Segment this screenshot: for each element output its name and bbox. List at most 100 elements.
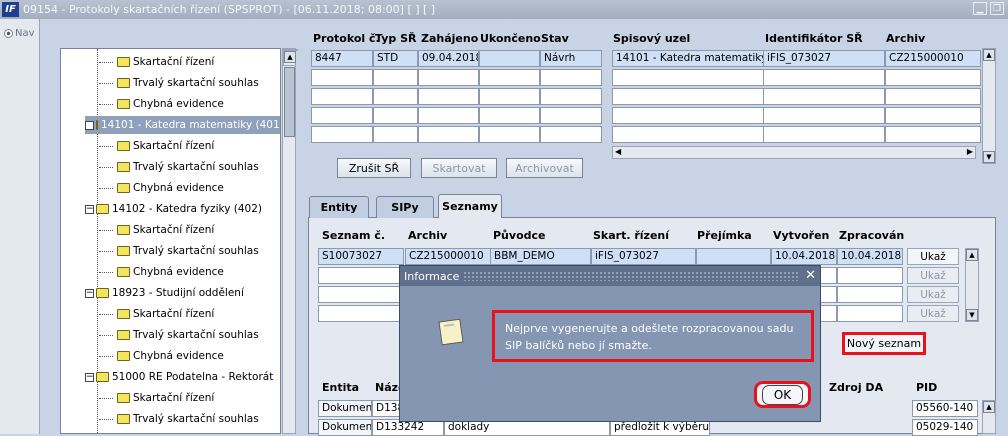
empty-cell[interactable] [479,107,540,124]
tree-leaf[interactable]: Skartační řízení [117,221,214,239]
cell-protokol[interactable]: 8447 [311,50,373,67]
tree-leaf[interactable]: Chybná evidence [117,347,224,365]
ok-button[interactable]: OK [754,381,811,408]
ukaz-button[interactable]: Ukaž [907,305,959,322]
nav-radio[interactable]: Nav [4,28,35,39]
collapse-icon[interactable]: − [85,120,94,130]
cell-seznam[interactable]: S10073027 [318,248,404,265]
protocols-vscroll[interactable]: ▲ ▼ [982,48,996,164]
collapse-icon[interactable]: − [85,372,94,382]
cell-zpracovan[interactable]: 10.04.2018 [837,248,903,265]
cell-uzel[interactable]: 14101 - Katedra matematiky (4 [612,50,764,67]
skartovat-button[interactable]: Skartovat [421,158,497,178]
cell-stav[interactable]: Návrh [540,50,602,67]
tree-leaf[interactable]: Chybná evidence [117,179,224,197]
tree-leaf[interactable]: Chybná evidence [117,95,224,113]
protocols-hscroll[interactable]: ◀ ▶ [612,146,976,159]
scroll-up-icon[interactable]: ▲ [966,249,978,261]
empty-cell[interactable] [763,126,885,143]
dialog-titlebar[interactable]: Informace ✕ [400,266,820,286]
tree-leaf[interactable]: Trvalý skartační souhlas [117,158,259,176]
cell-prejimka[interactable] [696,248,771,265]
grid-left-scroll-up[interactable]: ▲ [283,50,296,66]
tree-leaf[interactable]: Trvalý skartační souhlas [117,74,259,92]
empty-cell[interactable] [612,107,764,124]
tree-scrollbar[interactable]: ▲ [282,48,296,434]
cell-pid[interactable]: 05560-140 [912,400,978,417]
cell-archiv[interactable]: CZ215000010 [405,248,491,265]
close-icon[interactable]: ✕ [805,268,816,283]
ukaz-button[interactable]: Ukaž [907,267,959,284]
ukaz-button[interactable]: Ukaž [907,248,959,265]
empty-cell[interactable] [479,69,540,86]
empty-cell[interactable] [885,126,981,143]
tree-node[interactable]: −14101 - Katedra matematiky (401) [85,116,280,134]
scroll-up-icon[interactable]: ▲ [983,49,995,61]
empty-cell[interactable] [612,69,764,86]
seznamy-vscroll[interactable]: ▲ ▼ [965,248,979,322]
tree-leaf[interactable]: Skartační řízení [117,137,214,155]
empty-cell[interactable] [418,88,479,105]
novy-seznam-button[interactable]: Nový seznam [842,332,926,355]
empty-cell[interactable] [885,107,981,124]
scroll-down-icon[interactable]: ▼ [983,151,995,163]
tree-leaf[interactable]: Trvalý skartační souhlas [117,242,259,260]
empty-cell[interactable] [311,69,373,86]
restore-icon[interactable]: ❐ [990,2,1004,15]
cell-skart[interactable]: iFIS_073027 [591,248,696,265]
tree-node[interactable]: − 14102 - Katedra fyziky (402) [85,200,262,218]
empty-cell[interactable] [763,88,885,105]
empty-cell[interactable] [311,107,373,124]
scroll-down-icon[interactable]: ▼ [966,309,978,321]
cell-ident[interactable]: iFIS_073027 [763,50,885,67]
empty-cell[interactable] [418,69,479,86]
org-tree[interactable]: Skartační řízení Trvalý skartační souhlas… [60,48,281,434]
cell-typ[interactable]: STD [373,50,418,67]
empty-cell[interactable] [479,88,540,105]
empty-cell[interactable] [373,126,418,143]
empty-cell[interactable] [612,126,764,143]
tree-node[interactable]: − 51000 RE Podatelna - Rektorát [85,368,273,386]
scroll-up-icon[interactable]: ▲ [983,401,995,413]
empty-cell[interactable] [837,305,903,322]
tree-node[interactable]: − 18923 - Studijní oddělení [85,284,244,302]
cell-puvodce[interactable]: BBM_DEMO [490,248,591,265]
tree-leaf[interactable]: Trvalý skartační souhlas [117,410,259,428]
cell-zahajeno[interactable]: 09.04.2018 [418,50,479,67]
cell-archiv[interactable]: CZ215000010 [885,50,981,67]
tree-leaf[interactable]: Skartační řízení [117,389,214,407]
cell-entita[interactable]: Dokument [318,400,372,417]
collapse-icon[interactable]: − [85,288,94,298]
empty-cell[interactable] [837,267,903,284]
empty-cell[interactable] [885,88,981,105]
empty-cell[interactable] [885,69,981,86]
minimize-icon[interactable]: ▁ [973,2,987,15]
zrusit-sr-button[interactable]: Zrušit SŘ [337,158,411,178]
scroll-thumb[interactable] [284,67,295,137]
cell-entita[interactable]: Dokument [318,419,372,436]
scroll-left-icon[interactable]: ◀ [615,147,621,156]
empty-cell[interactable] [318,267,404,284]
empty-cell[interactable] [479,126,540,143]
entity-vscroll[interactable]: ▲ [982,400,996,434]
empty-cell[interactable] [318,305,404,322]
empty-cell[interactable] [311,126,373,143]
empty-cell[interactable] [763,69,885,86]
cell-pid[interactable]: 05029-140 [912,419,978,436]
empty-cell[interactable] [837,286,903,303]
collapse-icon[interactable]: − [85,204,94,214]
empty-cell[interactable] [418,126,479,143]
empty-cell[interactable] [612,88,764,105]
tab-sipy[interactable]: SIPy [376,196,434,218]
tree-leaf[interactable]: Skartační řízení [117,305,214,323]
empty-cell[interactable] [763,107,885,124]
ukaz-button[interactable]: Ukaž [907,286,959,303]
scroll-right-icon[interactable]: ▶ [967,147,973,156]
empty-cell[interactable] [318,286,404,303]
tree-leaf[interactable]: Skartační řízení [117,53,214,71]
archivovat-button[interactable]: Archivovat [506,158,583,178]
empty-cell[interactable] [373,88,418,105]
empty-cell[interactable] [373,69,418,86]
cell-ukonceno[interactable] [479,50,540,67]
cell-vytvoren[interactable]: 10.04.2018 [771,248,837,265]
